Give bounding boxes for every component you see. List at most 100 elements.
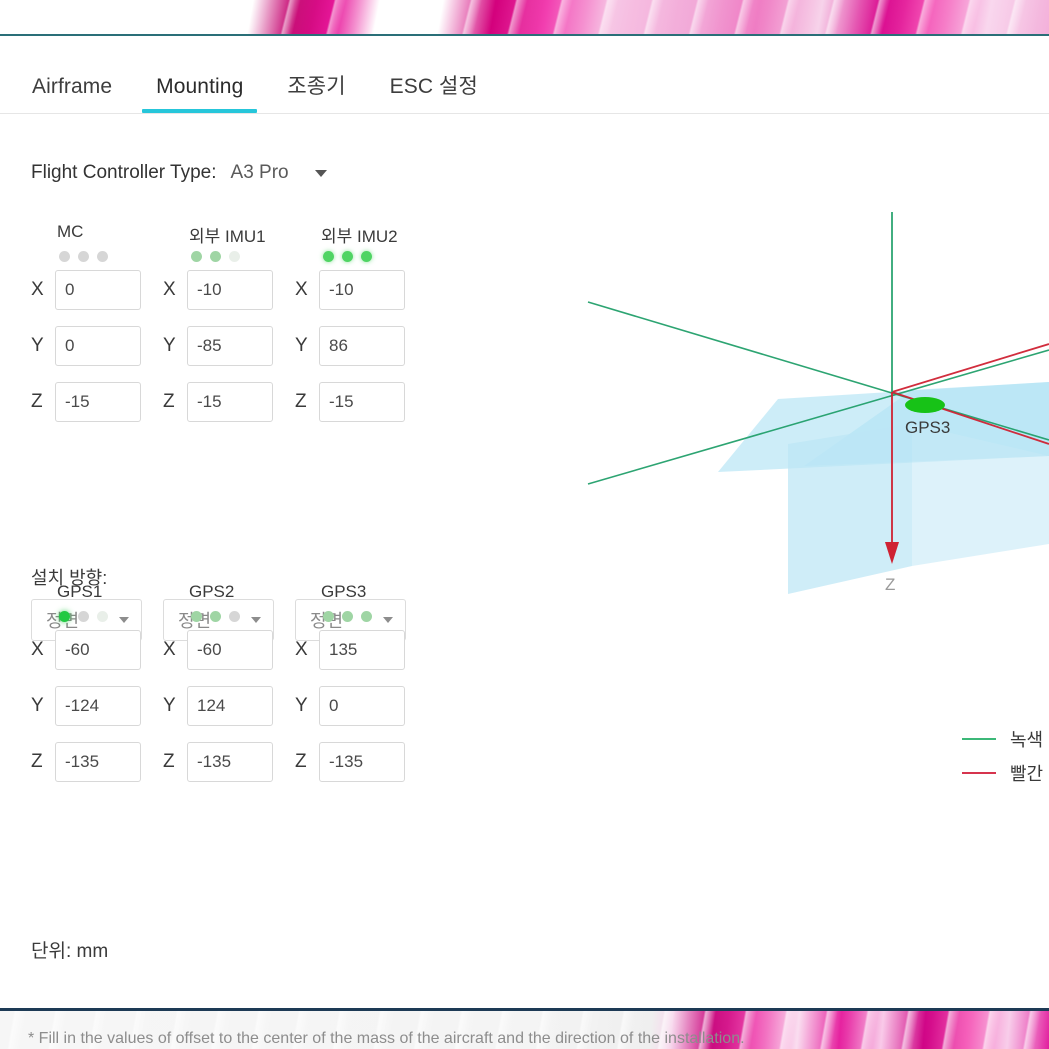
input-gps1-y[interactable] xyxy=(55,686,141,726)
axis-label-y: Y xyxy=(31,335,44,356)
axis-label-x: X xyxy=(163,639,176,660)
flight-controller-type-label: Flight Controller Type: xyxy=(31,162,217,183)
legend-row-red: 빨간 xyxy=(962,756,1049,790)
tab-esc-settings-label: ESC 설정 xyxy=(389,75,478,98)
field-gps1-z: Z xyxy=(31,742,163,782)
axis-label-y: Y xyxy=(295,695,308,716)
content-area: Flight Controller Type: A3 Pro MC X 0 Y … xyxy=(0,114,1049,1047)
status-dots-gps2 xyxy=(191,611,295,622)
axis-label-x: X xyxy=(295,279,308,300)
input-gps2-x[interactable] xyxy=(187,630,273,670)
axis-label-z: Z xyxy=(295,751,307,772)
input-gps2-y[interactable] xyxy=(187,686,273,726)
chevron-down-icon xyxy=(314,169,327,177)
field-gps2-x: X xyxy=(163,630,295,670)
axis-label-x: X xyxy=(31,639,44,660)
status-dot xyxy=(78,251,89,262)
tab-esc-settings[interactable]: ESC 설정 xyxy=(368,76,500,113)
gps-group: GPS1 X Y Z xyxy=(31,582,427,798)
input-mc-z[interactable] xyxy=(55,382,141,422)
flight-controller-type-row: Flight Controller Type: A3 Pro xyxy=(31,162,327,184)
app-surface: Airframe Mounting 조종기 ESC 설정 Flight Cont… xyxy=(0,36,1049,1047)
tab-list: Airframe Mounting 조종기 ESC 설정 xyxy=(30,76,500,113)
status-dots-imu2 xyxy=(323,251,427,262)
field-mc-x: X xyxy=(31,270,163,310)
status-dot xyxy=(323,611,334,622)
input-imu2-x[interactable] xyxy=(319,270,405,310)
status-dot xyxy=(323,251,334,262)
top-photo-image xyxy=(0,0,1049,36)
sensor-title-gps3: GPS3 xyxy=(321,582,367,601)
flight-controller-type-value: A3 Pro xyxy=(230,162,289,183)
tab-airframe[interactable]: Airframe xyxy=(30,76,134,113)
sensor-title-gps1: GPS1 xyxy=(57,582,103,601)
field-gps2-z: Z xyxy=(163,742,295,782)
sensor-column-gps1: GPS1 X Y Z xyxy=(31,582,163,798)
input-gps3-y[interactable] xyxy=(319,686,405,726)
input-gps3-z[interactable] xyxy=(319,742,405,782)
field-mc-z: Z xyxy=(31,382,163,422)
legend-label-red: 빨간 xyxy=(1010,764,1044,784)
sensor-column-imu1: 외부 IMU1 X Y Z xyxy=(163,222,295,438)
status-dot xyxy=(191,611,202,622)
status-dots-imu1 xyxy=(191,251,295,262)
bottom-divider xyxy=(0,1008,1049,1011)
sensor-title-imu1: 외부 IMU1 xyxy=(189,227,266,246)
axis-label-y: Y xyxy=(163,695,176,716)
status-dot xyxy=(97,611,108,622)
axis-label-y: Y xyxy=(163,335,176,356)
status-dot xyxy=(210,611,221,622)
status-dot xyxy=(78,611,89,622)
field-gps3-x: X xyxy=(295,630,427,670)
imu-group: MC X Y Z xyxy=(31,222,427,438)
input-imu1-y[interactable] xyxy=(187,326,273,366)
sensor-column-gps2: GPS2 X Y Z xyxy=(163,582,295,798)
sensor-column-mc: MC X Y Z xyxy=(31,222,163,438)
status-dot xyxy=(59,611,70,622)
tab-mounting-label: Mounting xyxy=(156,75,244,98)
legend-swatch-green xyxy=(962,738,996,740)
status-dots-gps1 xyxy=(59,611,163,622)
status-dot xyxy=(229,251,240,262)
field-gps1-y: Y xyxy=(31,686,163,726)
status-dot xyxy=(97,251,108,262)
input-gps3-x[interactable] xyxy=(319,630,405,670)
footnote-text: * Fill in the values of offset to the ce… xyxy=(28,1030,745,1047)
tab-bar: Airframe Mounting 조종기 ESC 설정 xyxy=(0,36,1049,114)
input-mc-y[interactable] xyxy=(55,326,141,366)
axis-viewport-3d[interactable]: GPS3 Z xyxy=(560,194,1049,814)
input-gps1-x[interactable] xyxy=(55,630,141,670)
field-mc-y: Y xyxy=(31,326,163,366)
gps3-marker-label: GPS3 xyxy=(905,418,950,437)
axis-label-z: Z xyxy=(31,391,43,412)
tab-mounting[interactable]: Mounting xyxy=(134,76,265,113)
input-imu2-z[interactable] xyxy=(319,382,405,422)
field-gps3-y: Y xyxy=(295,686,427,726)
input-imu2-y[interactable] xyxy=(319,326,405,366)
sensor-column-imu2: 외부 IMU2 X Y Z xyxy=(295,222,427,438)
field-gps2-y: Y xyxy=(163,686,295,726)
field-imu1-y: Y xyxy=(163,326,295,366)
flight-controller-type-select[interactable]: A3 Pro xyxy=(231,162,327,184)
axis-label-x: X xyxy=(295,639,308,660)
sensor-title-mc: MC xyxy=(57,222,84,241)
input-gps2-z[interactable] xyxy=(187,742,273,782)
sensor-title-gps2: GPS2 xyxy=(189,582,235,601)
input-imu1-x[interactable] xyxy=(187,270,273,310)
status-dot xyxy=(361,251,372,262)
input-gps1-z[interactable] xyxy=(55,742,141,782)
vertical-plane xyxy=(788,424,912,594)
status-dot xyxy=(342,611,353,622)
field-imu1-x: X xyxy=(163,270,295,310)
field-imu2-y: Y xyxy=(295,326,427,366)
axis-legend: 녹색 빨간 xyxy=(962,722,1049,790)
tab-remote-controller[interactable]: 조종기 xyxy=(265,76,367,113)
status-dots-gps3 xyxy=(323,611,427,622)
field-imu2-z: Z xyxy=(295,382,427,422)
status-dot xyxy=(210,251,221,262)
field-gps3-z: Z xyxy=(295,742,427,782)
top-photo-strip xyxy=(0,0,1049,36)
z-axis-label: Z xyxy=(885,575,895,594)
input-imu1-z[interactable] xyxy=(187,382,273,422)
input-mc-x[interactable] xyxy=(55,270,141,310)
